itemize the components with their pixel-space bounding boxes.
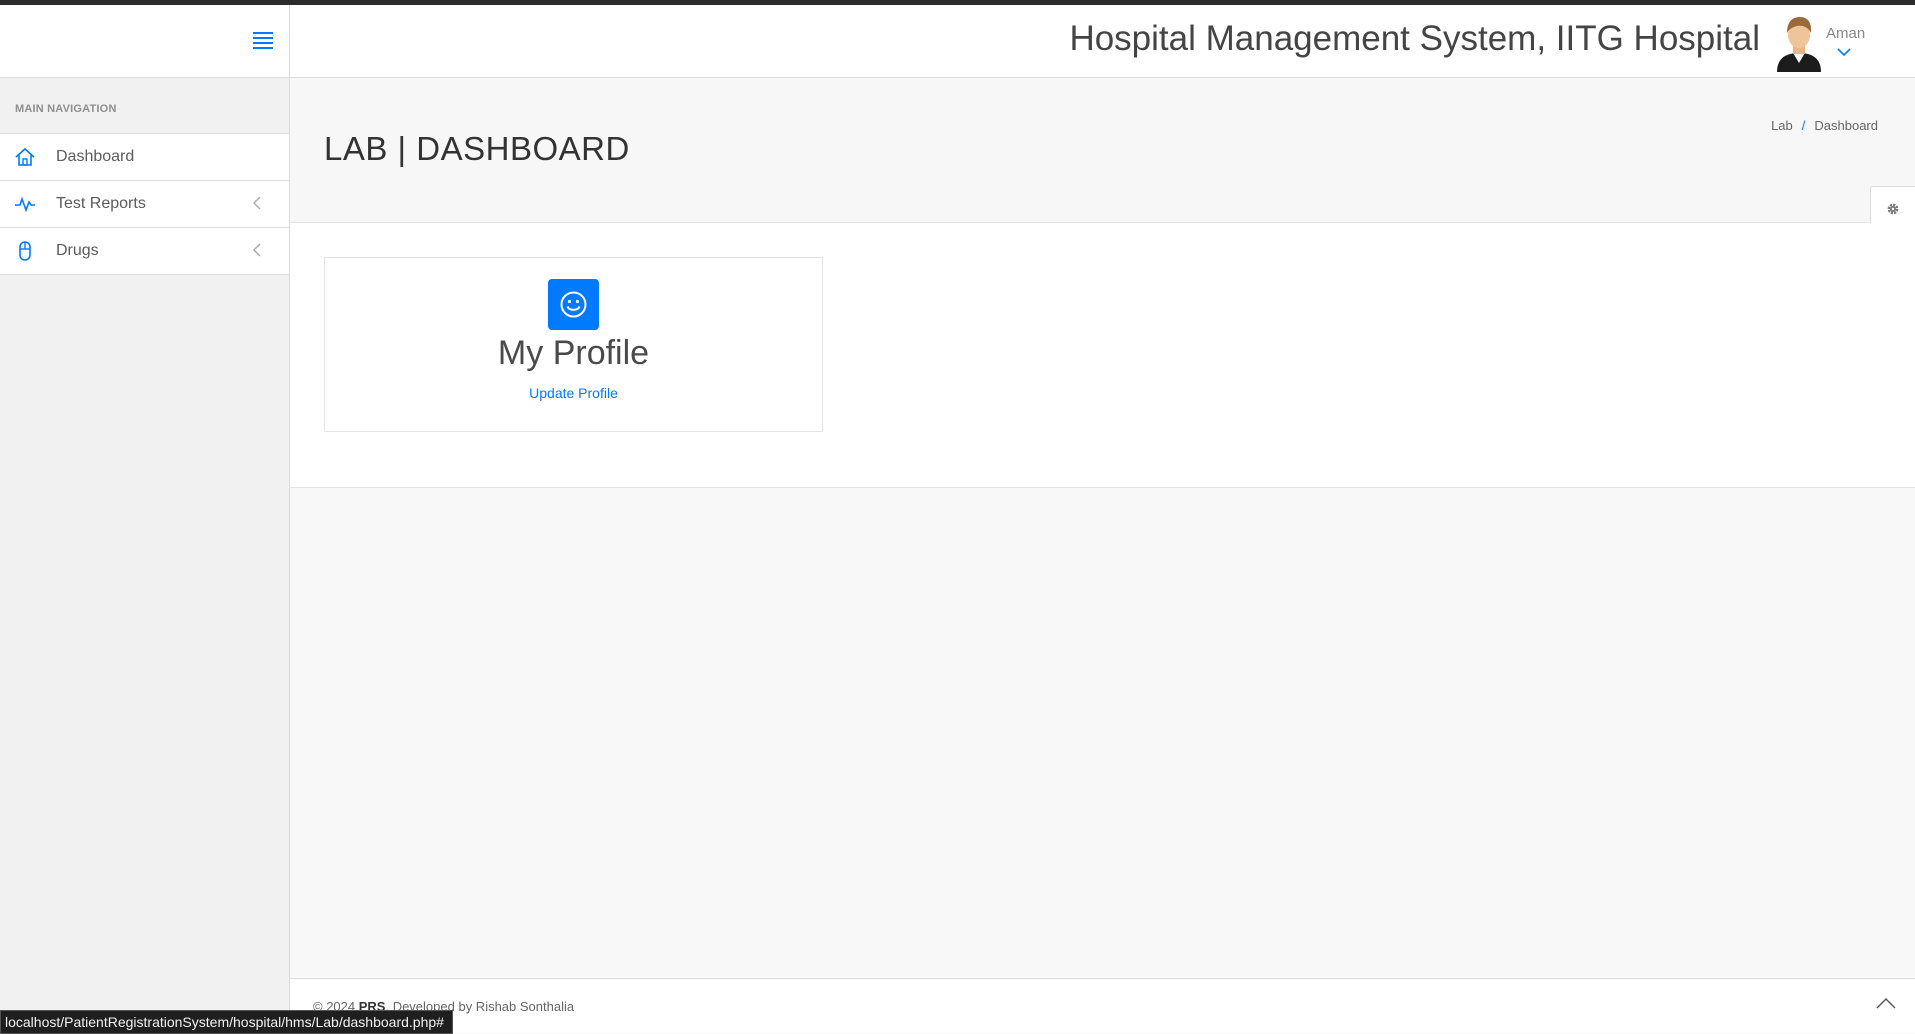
breadcrumb-lab[interactable]: Lab [1771,118,1793,133]
sidebar-item-test-reports[interactable]: Test Reports [0,181,289,228]
top-navbar: Hospital Management System, IITG Hospita… [0,5,1915,78]
update-profile-link[interactable]: Update Profile [325,385,822,401]
app-title: Hospital Management System, IITG Hospita… [1069,19,1760,58]
card-icon-box [548,279,599,330]
sidebar-item-label: Dashboard [56,148,135,165]
main-content: My Profile Update Profile [290,223,1915,488]
page-title: LAB | DASHBOARD [324,130,630,167]
chevron-left-icon[interactable] [252,196,262,210]
sidebar-item-label: Drugs [56,242,99,259]
sidebar-item-label: Test Reports [56,195,146,212]
gear-icon [1887,203,1899,215]
smile-icon [560,291,587,318]
footer: © 2024 PRS. Developed by Rishab Sonthali… [290,978,1915,1033]
breadcrumb: Lab / Dashboard [1771,118,1878,133]
status-bar-url: localhost/PatientRegistrationSystem/hosp… [0,1010,453,1034]
breadcrumb-separator: / [1801,118,1806,133]
nav-heading: MAIN NAVIGATION [15,103,117,115]
card-title: My Profile [497,334,650,372]
pulse-icon [15,196,35,213]
chevron-left-icon[interactable] [252,243,262,257]
page-header: LAB | DASHBOARD Lab / Dashboard [290,78,1915,223]
avatar[interactable] [1775,15,1823,72]
home-icon [15,147,35,166]
user-name[interactable]: Aman [1826,25,1865,42]
nav-list: Dashboard Test Reports Drugs [0,133,289,275]
menu-icon[interactable] [253,32,273,49]
breadcrumb-dashboard: Dashboard [1814,118,1878,133]
profile-card: My Profile Update Profile [324,257,823,432]
chevron-down-icon[interactable] [1837,47,1851,57]
chevron-up-icon[interactable] [1876,997,1896,1009]
mouse-icon [19,241,31,261]
sidebar: MAIN NAVIGATION Dashboard Test Reports D… [0,78,290,1032]
sidebar-item-drugs[interactable]: Drugs [0,228,289,275]
sidebar-item-dashboard[interactable]: Dashboard [0,134,289,181]
brand-area [0,5,290,77]
